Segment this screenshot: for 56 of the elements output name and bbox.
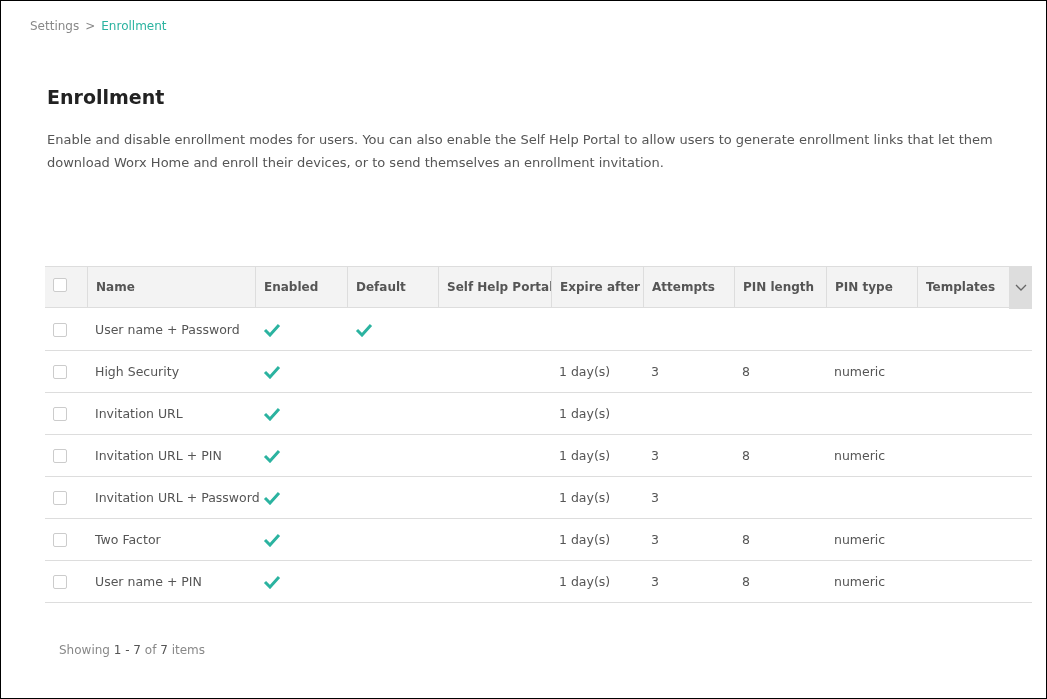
table-cell: 3: [643, 477, 734, 519]
table-cell: 3: [643, 435, 734, 477]
table-cell: 1 day(s): [551, 435, 643, 477]
table-cell: 1 day(s): [551, 351, 643, 393]
column-header[interactable]: Templates: [917, 266, 1009, 308]
checkmark-icon: [263, 364, 281, 379]
table-cell: 1 day(s): [551, 393, 643, 435]
row-checkbox[interactable]: [53, 364, 67, 379]
row-checkbox[interactable]: [53, 574, 67, 589]
table-cell: numeric: [826, 519, 917, 561]
table-cell: High Security: [87, 351, 255, 393]
table-cell: 1 day(s): [551, 519, 643, 561]
column-header[interactable]: Name: [87, 266, 255, 308]
column-menu-button[interactable]: [1009, 266, 1032, 309]
row-checkbox[interactable]: [53, 532, 67, 547]
checkmark-icon: [263, 322, 281, 337]
table-cell: 8: [734, 519, 826, 561]
table-cell: Invitation URL: [87, 393, 255, 435]
column-header[interactable]: PIN length: [734, 266, 826, 308]
row-checkbox[interactable]: [53, 448, 67, 463]
table-cell: 1 day(s): [551, 477, 643, 519]
table-cell: 8: [734, 561, 826, 603]
row-checkbox[interactable]: [53, 490, 67, 505]
page-description: Enable and disable enrollment modes for users. You can also enable the Self Help Portal to allow users to generate enrollment links that let them download Worx Home and enroll their devices, or to send themselves an enrollment invitation.: [47, 131, 994, 172]
table-cell: User name + Password: [87, 309, 255, 351]
table-cell: numeric: [826, 351, 917, 393]
table-cell: 1 day(s): [551, 561, 643, 603]
table-cell: 8: [734, 435, 826, 477]
page-title: Enrollment: [47, 86, 166, 108]
table-cell: 3: [643, 519, 734, 561]
checkmark-icon: [263, 406, 281, 421]
chevron-down-icon: [1014, 284, 1027, 292]
row-checkbox[interactable]: [53, 322, 67, 337]
table-cell: 8: [734, 351, 826, 393]
checkmark-icon: [263, 490, 281, 505]
column-header[interactable]: Enabled: [255, 266, 347, 308]
table-cell: Invitation URL + PIN: [87, 435, 255, 477]
table-cell: 3: [643, 561, 734, 603]
checkmark-icon: [355, 322, 373, 337]
breadcrumb-separator: >: [85, 19, 96, 33]
column-header[interactable]: PIN type: [826, 266, 917, 308]
table-cell: User name + PIN: [87, 561, 255, 603]
checkmark-icon: [263, 448, 281, 463]
table-cell: 3: [643, 351, 734, 393]
row-checkbox[interactable]: [53, 406, 67, 421]
select-all-checkbox[interactable]: [53, 278, 67, 292]
breadcrumb-link[interactable]: Settings: [30, 19, 80, 33]
table-cell: Two Factor: [87, 519, 255, 561]
table-cell: numeric: [826, 561, 917, 603]
table-cell: numeric: [826, 435, 917, 477]
column-header[interactable]: Expire after: [551, 266, 643, 308]
column-header[interactable]: Attempts: [643, 266, 734, 308]
checkmark-icon: [263, 532, 281, 547]
checkmark-icon: [263, 574, 281, 589]
pagination-summary: Showing 1 - 7 of 7 items: [59, 643, 206, 657]
column-header[interactable]: Default: [347, 266, 438, 308]
